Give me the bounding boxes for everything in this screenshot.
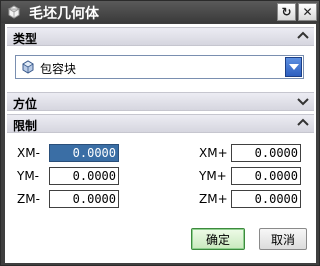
xm-minus-field[interactable]: 0.0000 [49,144,119,162]
ym-plus-label: YM+ [199,169,227,183]
chevron-up-icon[interactable] [296,116,310,130]
close-icon: ✕ [302,5,313,19]
cancel-button[interactable]: 取消 [259,228,307,250]
ym-minus-label: YM- [17,169,40,183]
zm-minus-label: ZM- [17,192,40,206]
section-label-limits: 限制 [13,119,38,133]
section-header-orientation[interactable]: 方位 [7,92,314,111]
xm-plus-label: XM+ [199,146,228,160]
zm-plus-field[interactable]: 0.0000 [231,190,301,208]
type-select[interactable]: 包容块 [15,55,304,79]
zm-minus-field[interactable]: 0.0000 [49,190,119,208]
dialog-window: 毛坯几何体 ↻ ✕ 类型 包容块 方位 限制 XM- 0.0000 YM- 0.… [0,0,320,266]
dialog-title: 毛坯几何体 [29,6,99,22]
chevron-up-icon[interactable] [296,29,310,43]
reset-button[interactable]: ↻ [277,3,296,21]
reset-icon: ↻ [281,5,292,19]
section-header-limits[interactable]: 限制 [7,114,314,133]
title-bar[interactable]: 毛坯几何体 ↻ ✕ [1,1,319,23]
dialog-body: 类型 包容块 方位 限制 XM- 0.0000 YM- 0.0000 ZM- 0… [5,24,316,263]
xm-minus-label: XM- [17,146,40,160]
ym-plus-field[interactable]: 0.0000 [231,167,301,185]
xm-plus-field[interactable]: 0.0000 [231,144,301,162]
type-select-dropdown-button[interactable] [285,57,302,77]
ym-minus-field[interactable]: 0.0000 [49,167,119,185]
section-label-orientation: 方位 [13,97,38,111]
section-header-type[interactable]: 类型 [7,27,314,46]
chevron-down-icon[interactable] [296,94,310,108]
block-icon [22,60,34,74]
chevron-down-icon [288,64,299,70]
type-select-value: 包容块 [40,62,77,76]
section-label-type: 类型 [13,32,38,46]
zm-plus-label: ZM+ [199,192,228,206]
blank-geometry-icon [7,5,21,19]
close-button[interactable]: ✕ [298,3,317,21]
ok-button[interactable]: 确定 [191,228,245,250]
